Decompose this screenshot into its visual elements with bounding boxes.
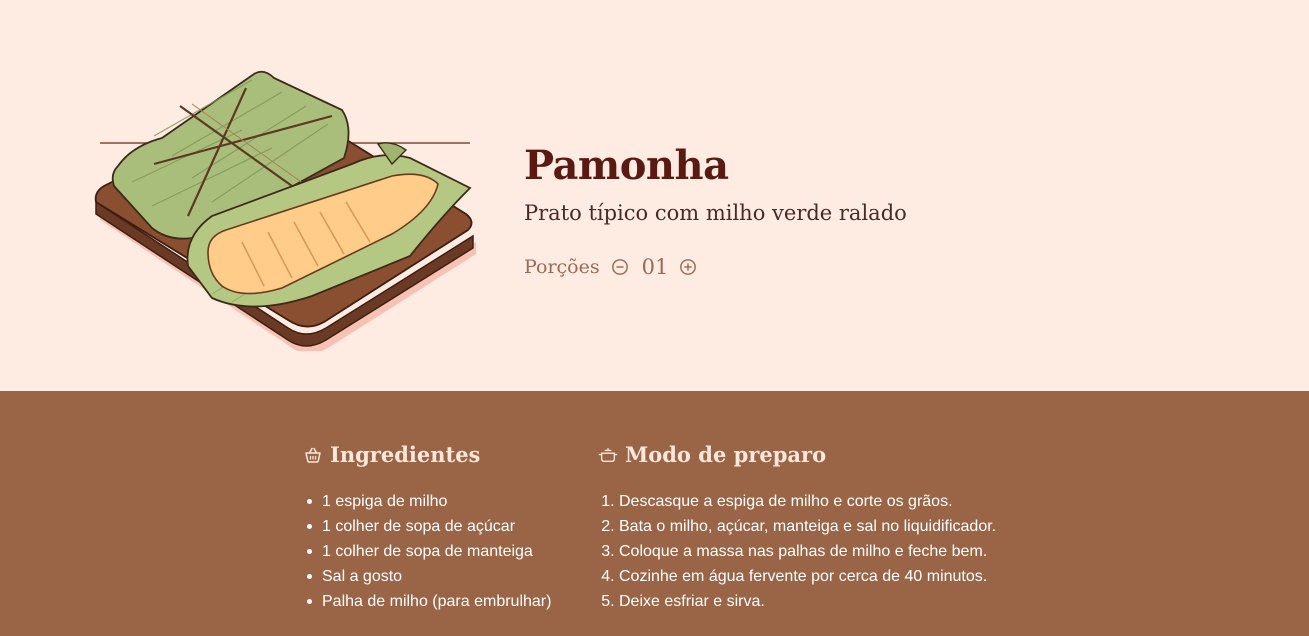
preparation-steps: Descasque a espiga de milho e corte os g… xyxy=(598,489,996,614)
recipe-subtitle: Prato típico com milho verde ralado xyxy=(524,201,907,225)
preparation-title: Modo de preparo xyxy=(625,442,827,467)
ingredients-title: Ingredientes xyxy=(330,442,481,467)
ingredient-item: 1 espiga de milho xyxy=(306,489,551,514)
preparation-heading: Modo de preparo xyxy=(598,441,996,469)
servings-label: Porções xyxy=(524,256,600,278)
ingredient-item: 1 colher de sopa de açúcar xyxy=(306,514,551,539)
recipe-header: Pamonha Prato típico com milho verde ral… xyxy=(0,0,1309,391)
decrease-servings-button[interactable] xyxy=(610,257,630,277)
ingredient-item: Sal a gosto xyxy=(306,564,551,589)
basket-icon xyxy=(303,445,323,465)
plus-circle-icon xyxy=(680,259,697,275)
pamonha-illustration xyxy=(94,70,476,351)
preparation-step: Deixe esfriar e sirva. xyxy=(619,589,996,614)
ingredients-heading: Ingredientes xyxy=(303,441,551,469)
servings-count: 01 xyxy=(641,255,669,279)
preparation-step: Descasque a espiga de milho e corte os g… xyxy=(619,489,996,514)
preparation-step: Coloque a massa nas palhas de milho e fe… xyxy=(619,539,996,564)
ingredient-item: 1 colher de sopa de manteiga xyxy=(306,539,551,564)
cooking-pot-icon xyxy=(598,445,618,465)
preparation-step: Cozinhe em água fervente por cerca de 40… xyxy=(619,564,996,589)
preparation-section: Modo de preparo Descasque a espiga de mi… xyxy=(598,441,996,614)
preparation-step: Bata o milho, açúcar, manteiga e sal no … xyxy=(619,514,996,539)
servings-control: Porções 01 xyxy=(524,255,698,279)
ingredients-list: 1 espiga de milho 1 colher de sopa de aç… xyxy=(303,489,551,614)
minus-circle-icon xyxy=(611,259,628,275)
ingredients-section: Ingredientes 1 espiga de milho 1 colher … xyxy=(303,441,551,614)
ingredient-item: Palha de milho (para embrulhar) xyxy=(306,589,551,614)
recipe-details: Ingredientes 1 espiga de milho 1 colher … xyxy=(0,391,1309,636)
recipe-title: Pamonha xyxy=(524,142,729,189)
increase-servings-button[interactable] xyxy=(678,257,698,277)
